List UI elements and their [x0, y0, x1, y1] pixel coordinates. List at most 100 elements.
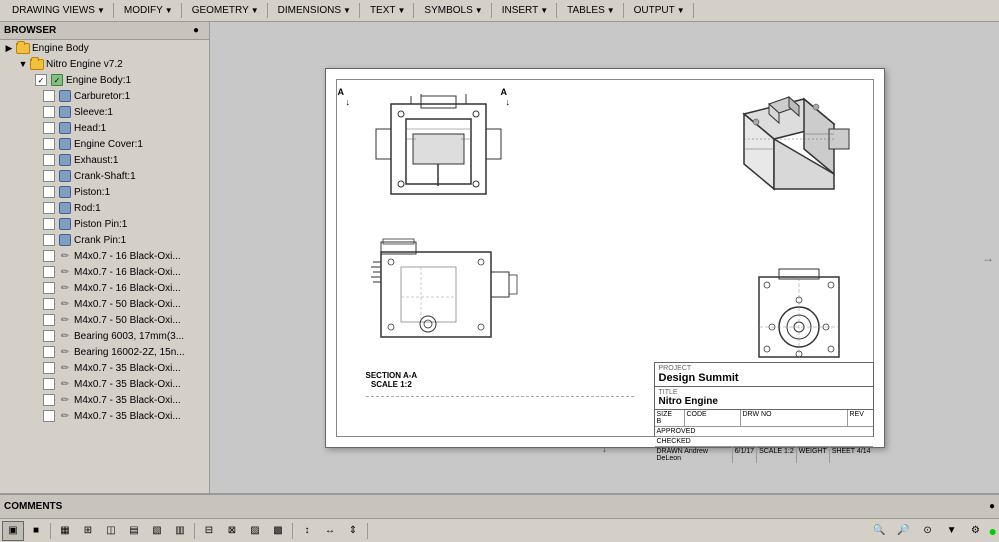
- browser-title: BROWSER: [4, 25, 56, 36]
- layout-btn-2[interactable]: ⊠: [221, 521, 243, 541]
- tree-checkbox[interactable]: [43, 234, 55, 246]
- canvas-area[interactable]: ← → ↑ ↓ A A ↓ ↓: [210, 22, 999, 493]
- tree-checkbox[interactable]: [43, 122, 55, 134]
- view-btn-5[interactable]: ▧: [146, 521, 168, 541]
- tree-item[interactable]: Carburetor:1: [0, 88, 209, 104]
- tree-item[interactable]: ✏M4x0.7 - 35 Black-Oxi...: [0, 360, 209, 376]
- tree-checkbox[interactable]: [43, 202, 55, 214]
- text-group: TEXT ▼: [362, 3, 414, 18]
- dimensions-btn[interactable]: DIMENSIONS ▼: [274, 3, 355, 18]
- text-btn[interactable]: TEXT ▼: [366, 3, 409, 18]
- tree-item[interactable]: ✏M4x0.7 - 50 Black-Oxi...: [0, 296, 209, 312]
- tree-checkbox[interactable]: [43, 250, 55, 262]
- tree-item[interactable]: Sleeve:1: [0, 104, 209, 120]
- separator-2: [194, 523, 195, 539]
- zoom-fit-btn[interactable]: ⊙: [917, 521, 939, 541]
- root-label: Engine Body: [32, 43, 89, 54]
- layout-btn-3[interactable]: ▨: [244, 521, 266, 541]
- zoom-in-btn[interactable]: 🔍: [869, 521, 891, 541]
- draw-btn[interactable]: ■: [25, 521, 47, 541]
- tree-checkbox[interactable]: [43, 394, 55, 406]
- tree-container[interactable]: ▶ Engine Body ▼ Nitro Engine v7.2 ✓✓Engi…: [0, 40, 209, 493]
- tree-item[interactable]: Crank-Shaft:1: [0, 168, 209, 184]
- tree-checkbox[interactable]: [43, 346, 55, 358]
- tree-item[interactable]: ✏M4x0.7 - 50 Black-Oxi...: [0, 312, 209, 328]
- output-btn[interactable]: OUTPUT ▼: [630, 3, 689, 18]
- tables-arrow: ▼: [607, 6, 615, 15]
- separator-1: [50, 523, 51, 539]
- tree-checkbox[interactable]: [43, 90, 55, 102]
- view-options-btn[interactable]: ▼: [941, 521, 963, 541]
- browser-pin[interactable]: ●: [193, 25, 205, 37]
- expand-placeholder: [32, 379, 42, 389]
- tree-item-icon: [58, 185, 72, 199]
- tree-checkbox[interactable]: [43, 298, 55, 310]
- tree-item[interactable]: Engine Cover:1: [0, 136, 209, 152]
- tree-checkbox[interactable]: [43, 362, 55, 374]
- tree-item[interactable]: Piston:1: [0, 184, 209, 200]
- geometry-label: GEOMETRY: [192, 5, 249, 16]
- tree-checkbox[interactable]: [43, 282, 55, 294]
- tree-item-label: M4x0.7 - 35 Black-Oxi...: [74, 411, 181, 422]
- tree-item[interactable]: Rod:1: [0, 200, 209, 216]
- tree-item-label: M4x0.7 - 16 Black-Oxi...: [74, 283, 181, 294]
- insert-btn[interactable]: INSERT ▼: [498, 3, 552, 18]
- layout-btn-4[interactable]: ▩: [267, 521, 289, 541]
- tree-item[interactable]: ✏M4x0.7 - 16 Black-Oxi...: [0, 280, 209, 296]
- tree-item-icon: [58, 201, 72, 215]
- arrow-btn-1[interactable]: ↕: [296, 521, 318, 541]
- tree-item[interactable]: ✏M4x0.7 - 16 Black-Oxi...: [0, 248, 209, 264]
- expand-icon-2[interactable]: ▼: [18, 59, 28, 69]
- tree-checkbox[interactable]: [43, 106, 55, 118]
- modify-btn[interactable]: MODIFY ▼: [120, 3, 177, 18]
- tree-checkbox[interactable]: [43, 314, 55, 326]
- tree-item[interactable]: ✏Bearing 6003, 17mm(3...: [0, 328, 209, 344]
- tree-checkbox[interactable]: [43, 266, 55, 278]
- tree-checkbox[interactable]: [43, 154, 55, 166]
- tree-item[interactable]: Head:1: [0, 120, 209, 136]
- layout-btn-1[interactable]: ⊟: [198, 521, 220, 541]
- symbols-btn[interactable]: SYMBOLS ▼: [420, 3, 486, 18]
- right-arrow: →: [982, 251, 994, 265]
- tables-btn[interactable]: TABLES ▼: [563, 3, 619, 18]
- view-btn-6[interactable]: ▥: [169, 521, 191, 541]
- view-btn-2[interactable]: ⊞: [77, 521, 99, 541]
- tree-item[interactable]: ✏M4x0.7 - 35 Black-Oxi...: [0, 408, 209, 424]
- tree-checkbox[interactable]: [43, 138, 55, 150]
- view-btn-4[interactable]: ▤: [123, 521, 145, 541]
- insert-group: INSERT ▼: [494, 3, 557, 18]
- tree-nitro-engine[interactable]: ▼ Nitro Engine v7.2: [0, 56, 209, 72]
- tree-item[interactable]: ✏M4x0.7 - 35 Black-Oxi...: [0, 392, 209, 408]
- expand-placeholder: [32, 411, 42, 421]
- tree-checkbox[interactable]: [43, 218, 55, 230]
- section-aa-text: SECTION A-A: [366, 371, 418, 380]
- select-btn[interactable]: ▣: [2, 521, 24, 541]
- tree-item[interactable]: ✓✓Engine Body:1: [0, 72, 209, 88]
- expand-icon[interactable]: ▶: [4, 43, 14, 53]
- tree-item[interactable]: ✏M4x0.7 - 35 Black-Oxi...: [0, 376, 209, 392]
- arrow-btn-3[interactable]: ⇕: [342, 521, 364, 541]
- tree-item[interactable]: ✏Bearing 16002-2Z, 15n...: [0, 344, 209, 360]
- expand-placeholder: [32, 107, 42, 117]
- tree-item[interactable]: Piston Pin:1: [0, 216, 209, 232]
- arrow-btn-2[interactable]: ↔: [319, 521, 341, 541]
- tree-checkbox[interactable]: [43, 170, 55, 182]
- tree-checkbox[interactable]: ✓: [35, 74, 47, 86]
- tree-item[interactable]: Crank Pin:1: [0, 232, 209, 248]
- view-btn-3[interactable]: ◫: [100, 521, 122, 541]
- tree-checkbox[interactable]: [43, 410, 55, 422]
- tree-root-engine-body[interactable]: ▶ Engine Body: [0, 40, 209, 56]
- settings-btn[interactable]: ⚙: [965, 521, 987, 541]
- tree-item[interactable]: Exhaust:1: [0, 152, 209, 168]
- tree-item[interactable]: ✏M4x0.7 - 16 Black-Oxi...: [0, 264, 209, 280]
- tree-item-icon: [58, 169, 72, 183]
- view-btn-1[interactable]: ▦: [54, 521, 76, 541]
- drawing-views-btn[interactable]: DRAWING VIEWS ▼: [8, 3, 109, 18]
- tree-checkbox[interactable]: [43, 186, 55, 198]
- geometry-btn[interactable]: GEOMETRY ▼: [188, 3, 263, 18]
- dimensions-group: DIMENSIONS ▼: [270, 3, 360, 18]
- tree-checkbox[interactable]: [43, 378, 55, 390]
- zoom-out-btn[interactable]: 🔎: [893, 521, 915, 541]
- tree-checkbox[interactable]: [43, 330, 55, 342]
- comments-pin[interactable]: ●: [989, 501, 995, 512]
